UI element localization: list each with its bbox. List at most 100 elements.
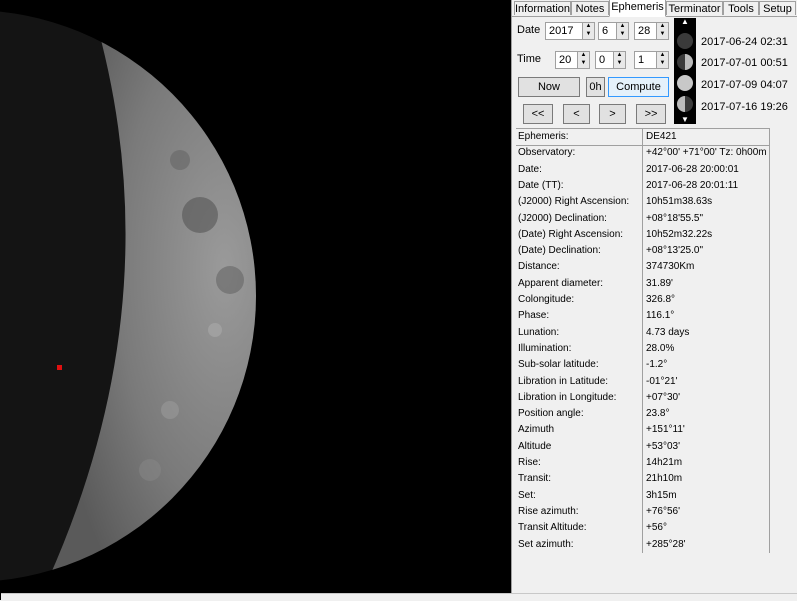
- tab-notes[interactable]: Notes: [571, 1, 609, 15]
- ephemeris-key: (Date) Right Ascension:: [518, 228, 624, 240]
- compute-button[interactable]: Compute: [608, 77, 669, 97]
- spin-up-icon[interactable]: ▲: [615, 52, 624, 59]
- ephemeris-row: Date: 2017-06-28 20:00:01: [516, 162, 770, 178]
- year-value: 2017: [549, 25, 574, 37]
- tab-bar: Information Notes Ephemeris Terminator T…: [512, 0, 797, 17]
- year-spinner[interactable]: 2017 ▲ ▼: [545, 22, 595, 40]
- first-quarter-date: 2017-07-01 00:51: [701, 57, 788, 69]
- tab-terminator[interactable]: Terminator: [666, 1, 723, 15]
- ephemeris-value: +08°13'25.0": [646, 245, 704, 257]
- scroll-up-icon[interactable]: ▲: [674, 18, 696, 26]
- ephemeris-value: +08°18'55.5": [646, 212, 704, 224]
- ephemeris-value: 23.8°: [646, 408, 670, 420]
- minute-spinner[interactable]: 0 ▲ ▼: [595, 51, 626, 69]
- ephemeris-key: Distance:: [518, 261, 560, 273]
- ephemeris-value: -1.2°: [646, 359, 668, 371]
- ephemeris-row: (Date) Declination: +08°13'25.0": [516, 243, 770, 259]
- ephemeris-key: Transit:: [518, 473, 551, 485]
- ephemeris-value: 326.8°: [646, 294, 676, 305]
- ephemeris-row: Rise azimuth: +76°56': [516, 504, 770, 520]
- ephemeris-key: Rise:: [518, 457, 541, 468]
- spin-up-icon[interactable]: ▲: [658, 52, 667, 59]
- ephemeris-row: Illumination: 28.0%: [516, 341, 770, 357]
- hour-spinner[interactable]: 20 ▲ ▼: [555, 51, 590, 69]
- moon-view[interactable]: [0, 0, 511, 600]
- phase-strip: ▲ ▼: [674, 18, 696, 124]
- ephemeris-key: Apparent diameter:: [518, 277, 604, 289]
- ephemeris-row: Observatory: +42°00' +71°00' Tz: 0h00m: [516, 145, 770, 161]
- ephemeris-row: Set azimuth: +285°28': [516, 537, 770, 553]
- ephemeris-value: 374730Km: [646, 261, 695, 273]
- spin-down-icon[interactable]: ▼: [615, 60, 624, 67]
- column-divider[interactable]: [642, 129, 643, 553]
- spin-down-icon[interactable]: ▼: [584, 31, 593, 38]
- ephemeris-key: (J2000) Declination:: [518, 212, 607, 224]
- ephemeris-row: Colongitude: 326.8°: [516, 292, 770, 308]
- ephemeris-key: Sub-solar latitude:: [518, 359, 599, 371]
- last-quarter-date: 2017-07-16 19:26: [701, 101, 788, 113]
- first-button[interactable]: <<: [523, 104, 553, 124]
- next-button[interactable]: >: [599, 104, 626, 124]
- spin-up-icon[interactable]: ▲: [618, 23, 627, 30]
- ephemeris-key: Date (TT):: [518, 179, 564, 191]
- ephemeris-key: Rise azimuth:: [518, 505, 579, 517]
- spin-down-icon[interactable]: ▼: [658, 31, 667, 38]
- ephemeris-row: Transit: 21h10m: [516, 471, 770, 487]
- ephemeris-key: (Date) Declination:: [518, 245, 601, 257]
- ephemeris-key: Set azimuth:: [518, 538, 574, 550]
- last-button[interactable]: >>: [636, 104, 666, 124]
- prev-button[interactable]: <: [563, 104, 590, 124]
- ephemeris-row: Distance: 374730Km: [516, 259, 770, 275]
- ephemeris-value: +07°30': [646, 391, 680, 403]
- ephemeris-value: +53°03': [646, 440, 680, 452]
- ephemeris-key: Lunation:: [518, 326, 560, 338]
- ephemeris-key: Altitude: [518, 440, 552, 452]
- last-quarter-icon: [677, 96, 693, 112]
- tab-setup[interactable]: Setup: [759, 1, 796, 15]
- ephemeris-value: -01°21': [646, 375, 678, 387]
- day-value: 28: [638, 25, 651, 37]
- month-spinner[interactable]: 6 ▲ ▼: [598, 22, 629, 40]
- ephemeris-value: 116.1°: [646, 310, 675, 322]
- spin-down-icon[interactable]: ▼: [658, 60, 667, 67]
- new-moon-icon: [677, 33, 693, 49]
- ephemeris-row: Rise: 14h21m: [516, 455, 770, 471]
- ephemeris-key: Libration in Longitude:: [518, 391, 617, 403]
- ephemeris-row: Lunation: 4.73 days: [516, 325, 770, 341]
- ephemeris-row: Transit Altitude: +56°: [516, 520, 770, 536]
- new-moon-date: 2017-06-24 02:31: [701, 36, 788, 48]
- tab-tools[interactable]: Tools: [723, 1, 759, 15]
- day-spinner[interactable]: 28 ▲ ▼: [634, 22, 669, 40]
- second-value: 1: [638, 54, 645, 66]
- ephemeris-row: Sub-solar latitude: -1.2°: [516, 357, 770, 373]
- ephemeris-row: (Date) Right Ascension: 10h52m32.22s: [516, 227, 770, 243]
- ephemeris-row: (J2000) Declination: +08°18'55.5": [516, 211, 770, 227]
- ephemeris-key: Illumination:: [518, 342, 572, 354]
- ephemeris-value: +76°56': [646, 505, 680, 517]
- ephemeris-value: 2017-06-28 20:01:11: [646, 179, 739, 191]
- date-label: Date: [517, 24, 541, 36]
- now-button[interactable]: Now: [518, 77, 580, 97]
- tab-ephemeris[interactable]: Ephemeris: [609, 0, 666, 17]
- zero-h-button[interactable]: 0h: [586, 77, 605, 97]
- ephemeris-key: Date:: [518, 163, 542, 175]
- ephemeris-row: Ephemeris: DE421: [516, 129, 770, 146]
- spin-down-icon[interactable]: ▼: [618, 31, 627, 38]
- ephemeris-row: Libration in Longitude: +07°30': [516, 390, 770, 406]
- minute-value: 0: [599, 54, 606, 66]
- ephemeris-key: Observatory:: [518, 147, 576, 159]
- spin-up-icon[interactable]: ▲: [658, 23, 667, 30]
- tab-information[interactable]: Information: [514, 1, 571, 15]
- ephemeris-table: Ephemeris: DE421 Observatory: +42°00' +71°0…: [516, 128, 770, 553]
- spin-up-icon[interactable]: ▲: [579, 52, 588, 59]
- ephemeris-value: 10h51m38.63s: [646, 196, 713, 208]
- hour-value: 20: [559, 54, 572, 66]
- ephemeris-value: 10h52m32.22s: [646, 228, 713, 240]
- spin-down-icon[interactable]: ▼: [579, 60, 588, 67]
- scroll-down-icon[interactable]: ▼: [674, 116, 696, 124]
- ephemeris-row: Phase: 116.1°: [516, 308, 770, 324]
- second-spinner[interactable]: 1 ▲ ▼: [634, 51, 669, 69]
- ephemeris-key: Libration in Latitude:: [518, 375, 609, 387]
- column-divider: [769, 129, 770, 553]
- spin-up-icon[interactable]: ▲: [584, 23, 593, 30]
